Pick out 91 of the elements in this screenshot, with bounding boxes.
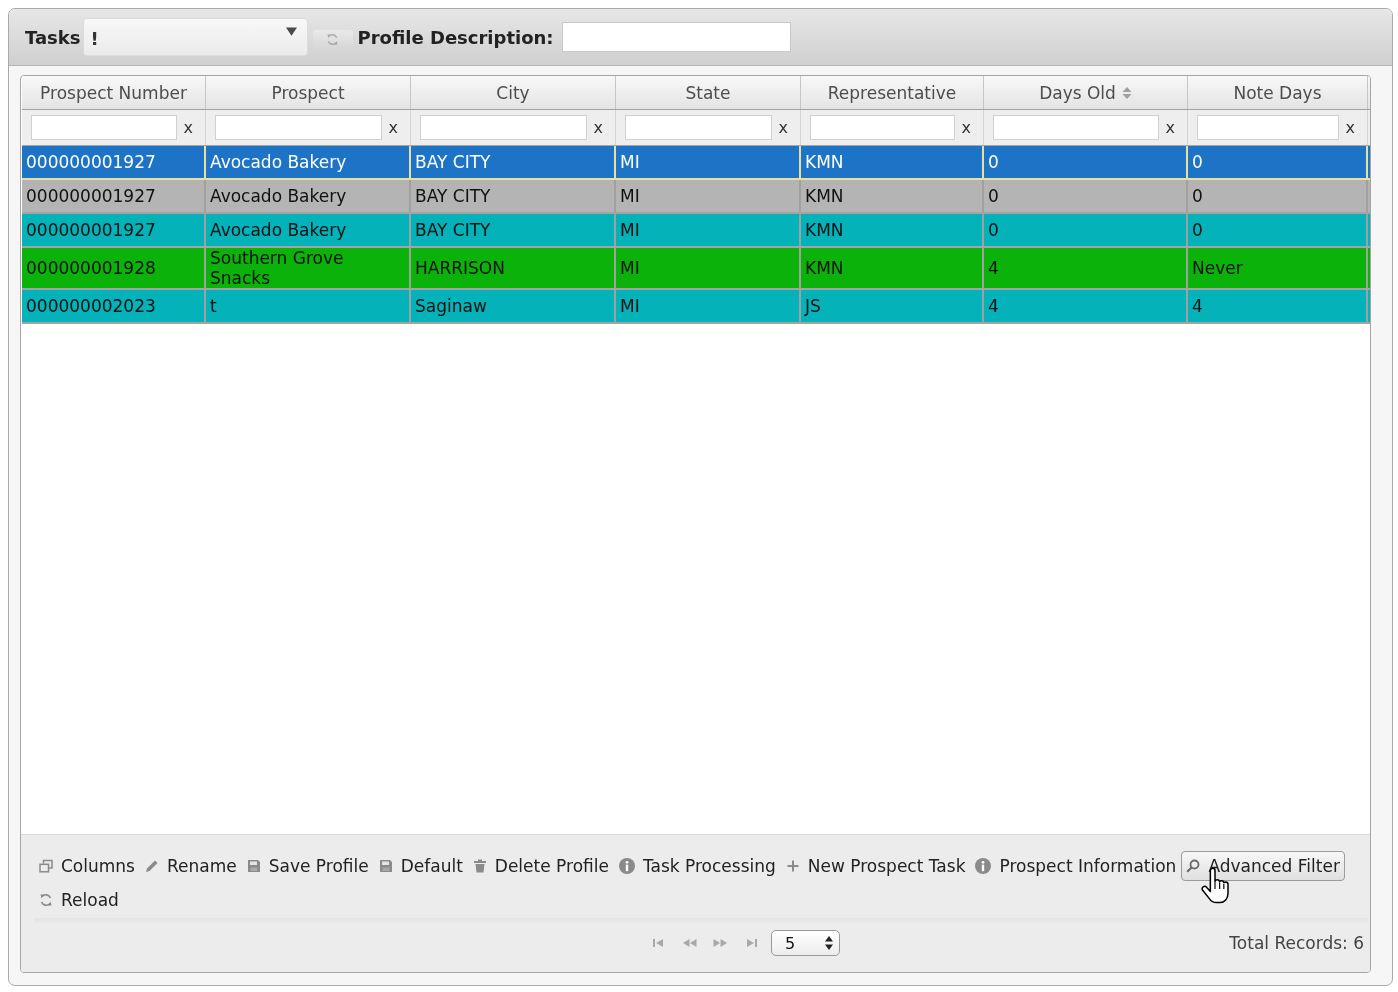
- filter-field[interactable]: [993, 115, 1159, 140]
- clear-filter-button[interactable]: x: [385, 118, 401, 137]
- table-cell: 4: [984, 290, 1188, 322]
- table-cell: KMN: [801, 248, 984, 288]
- column-header[interactable]: City: [411, 76, 616, 109]
- table-cell: Avocado Bakery: [206, 146, 411, 178]
- table-cell: t: [206, 290, 411, 322]
- table-cell: MI: [616, 214, 801, 246]
- table-cell: BAY CITY: [411, 180, 616, 212]
- clear-filter-button[interactable]: x: [958, 118, 974, 137]
- table-cell: MI: [616, 248, 801, 288]
- table-row[interactable]: 000000001927 Avocado Bakery BAY CITY MI KMN 0 0: [22, 146, 1370, 180]
- table-cell: KMN: [801, 214, 984, 246]
- column-header[interactable]: Note Days: [1188, 76, 1368, 109]
- table-cell: KMN: [801, 180, 984, 212]
- reload-icon: [39, 893, 53, 907]
- table-cell: 4: [984, 248, 1188, 288]
- page-size-select[interactable]: 5: [771, 930, 840, 956]
- table-cell: BAY CITY: [411, 214, 616, 246]
- column-header[interactable]: Prospect Number: [22, 76, 206, 109]
- tasks-select[interactable]: !: [82, 18, 308, 56]
- table-cell: MI: [616, 290, 801, 322]
- tasks-label: Tasks: [25, 26, 81, 48]
- toolbar-button[interactable]: Rename: [139, 851, 242, 881]
- clear-filter-button[interactable]: x: [180, 118, 196, 137]
- table-row[interactable]: 000000001927 Avocado Bakery BAY CITY MI KMN 0 0: [22, 180, 1370, 214]
- table-cell: 000000001927: [22, 214, 206, 246]
- table-cell: 0: [1188, 180, 1368, 212]
- column-header[interactable]: Representative: [801, 76, 984, 109]
- spinner-arrows-icon: [825, 936, 833, 950]
- table-row[interactable]: 000000001927 Avocado Bakery BAY CITY MI KMN 0 0: [22, 214, 1370, 248]
- table-cell: KMN: [801, 146, 984, 178]
- toolbar-button[interactable]: Advanced Filter: [1181, 851, 1345, 881]
- trash-icon: [472, 859, 487, 873]
- toolbar-button[interactable]: Default: [373, 851, 468, 881]
- clear-filter-button[interactable]: x: [1342, 118, 1358, 137]
- table-cell: 000000001927: [22, 180, 206, 212]
- table-cell: HARRISON: [411, 248, 616, 288]
- column-header[interactable]: State: [616, 76, 801, 109]
- table-row[interactable]: 000000001928 Southern Grove Snacks HARRISON MI KMN 4 Never: [22, 248, 1370, 290]
- sort-icon: [1121, 85, 1132, 100]
- toolbar-button[interactable]: Reload: [34, 885, 124, 915]
- filter-field[interactable]: [1197, 115, 1339, 140]
- table-cell: 0: [1188, 146, 1368, 178]
- clear-filter-button[interactable]: x: [775, 118, 791, 137]
- windows-icon: [39, 859, 53, 873]
- reload-icon: [326, 32, 339, 46]
- table-cell: JS: [801, 290, 984, 322]
- toolbar-button[interactable]: Columns: [34, 851, 140, 881]
- table-cell: 0: [1188, 214, 1368, 246]
- profile-description-label: Profile Description:: [357, 26, 554, 48]
- toolbar-button[interactable]: Save Profile: [241, 851, 374, 881]
- table-cell: MI: [616, 180, 801, 212]
- table-cell: Never: [1188, 248, 1368, 288]
- info-icon: [975, 858, 992, 874]
- table-cell: 4: [1188, 290, 1368, 322]
- column-header[interactable]: Days Old: [984, 76, 1188, 109]
- filter-field[interactable]: [625, 115, 772, 140]
- table-cell: Avocado Bakery: [206, 180, 411, 212]
- table-cell: Saginaw: [411, 290, 616, 322]
- table-cell: 000000001927: [22, 146, 206, 178]
- toolbar-button[interactable]: Prospect Information: [970, 851, 1182, 881]
- table-cell: 0: [984, 214, 1188, 246]
- filter-field[interactable]: [810, 115, 955, 140]
- table-cell: Avocado Bakery: [206, 214, 411, 246]
- info-icon: [618, 858, 635, 874]
- filter-field[interactable]: [215, 115, 382, 140]
- search-icon: [1186, 859, 1201, 873]
- column-header[interactable]: Prospect: [206, 76, 411, 109]
- table-row[interactable]: 000000002023 t Saginaw MI JS 4 4: [22, 290, 1370, 324]
- dropdown-arrow-icon: [285, 27, 297, 36]
- next-page-icon: [712, 938, 728, 948]
- table-cell: Southern Grove Snacks: [206, 248, 411, 288]
- table-cell: 0: [984, 180, 1188, 212]
- toolbar-button[interactable]: Task Processing: [613, 851, 781, 881]
- filter-field[interactable]: [31, 115, 177, 140]
- table-cell: 000000001928: [22, 248, 206, 288]
- toolbar-button[interactable]: New Prospect Task: [780, 851, 971, 881]
- table-cell: 0: [984, 146, 1188, 178]
- filter-field[interactable]: [420, 115, 587, 140]
- table-cell: 000000002023: [22, 290, 206, 322]
- clear-filter-button[interactable]: x: [1162, 118, 1178, 137]
- table-cell: BAY CITY: [411, 146, 616, 178]
- total-records-label: Total Records: 6: [1229, 933, 1364, 953]
- plus-icon: [785, 859, 800, 873]
- pencil-icon: [144, 859, 159, 873]
- toolbar-button[interactable]: Delete Profile: [467, 851, 614, 881]
- clear-filter-button[interactable]: x: [590, 118, 606, 137]
- previous-page-icon: [682, 938, 698, 948]
- profile-description-field[interactable]: [561, 22, 791, 52]
- table-cell: MI: [616, 146, 801, 178]
